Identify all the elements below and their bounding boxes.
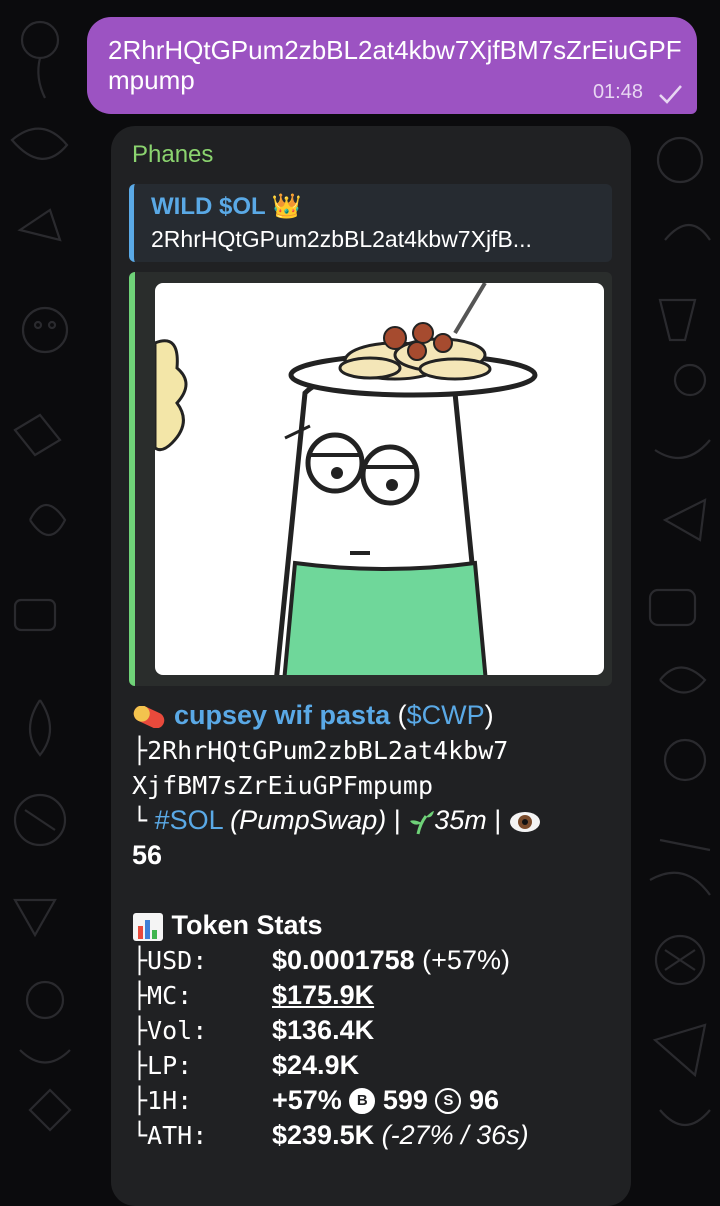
- reply-text: 2RhrHQtGPum2zbBL2at4kbw7XjfB...: [151, 226, 532, 252]
- stat-row-usd: ├USD: $0.0001758 (+57%): [132, 945, 510, 975]
- chain-line: └ #SOL (PumpSwap) | 35m |: [132, 803, 612, 838]
- reply-quote[interactable]: WILD $OL 👑 2RhrHQtGPum2zbBL2at4kbw7XjfB.…: [129, 184, 612, 262]
- crown-icon: 👑: [271, 193, 302, 220]
- reply-title: WILD $OL 👑: [151, 193, 302, 220]
- token-name-link[interactable]: cupsey wif pasta: [174, 700, 390, 730]
- token-age: 35m: [434, 805, 487, 835]
- outgoing-message-bubble[interactable]: 2RhrHQtGPum2zbBL2at4kbw7XjfBM7sZrEiuGPFm…: [87, 17, 697, 114]
- pill-icon: [133, 705, 165, 728]
- seedling-icon: [410, 810, 435, 835]
- buys-icon: B: [349, 1087, 376, 1114]
- token-ticker[interactable]: $CWP: [407, 700, 485, 730]
- stat-row-1h: ├1H: +57% B 599 S 96: [132, 1085, 499, 1115]
- token-address-line1[interactable]: ├2RhrHQtGPum2zbBL2at4kbw7: [132, 733, 612, 768]
- cupsey-cup-illustration: [155, 283, 538, 675]
- sender-name[interactable]: Phanes: [132, 141, 213, 169]
- token-info-message: cupsey wif pasta ($CWP) ├2RhrHQtGPum2zbB…: [132, 698, 612, 1153]
- token-stats-title-line: Token Stats: [132, 908, 612, 943]
- bar-chart-icon: [133, 912, 163, 941]
- stat-row-vol: ├Vol: $136.4K: [132, 1015, 375, 1045]
- message-time: 01:48: [592, 81, 643, 103]
- sent-check-icon: [659, 85, 682, 104]
- sells-icon: S: [435, 1087, 462, 1114]
- eye-icon: [509, 811, 540, 832]
- market-cap-link[interactable]: $175.9K: [272, 978, 374, 1013]
- preview-image[interactable]: [155, 283, 604, 675]
- token-title-line: cupsey wif pasta ($CWP): [132, 698, 612, 733]
- token-stats-title: Token Stats: [171, 910, 323, 940]
- incoming-message-bubble[interactable]: Phanes WILD $OL 👑 2RhrHQtGPum2zbBL2at4kb…: [111, 126, 631, 1206]
- stat-row-mc: ├MC: $175.9K: [132, 978, 612, 1013]
- chain-hashtag[interactable]: #SOL: [155, 805, 223, 835]
- dex-name: (PumpSwap): [230, 805, 387, 835]
- view-count: 56: [132, 840, 163, 870]
- stat-row-ath: └ATH: $239.5K (-27% / 36s): [132, 1120, 529, 1150]
- link-preview[interactable]: [129, 272, 612, 686]
- token-address-line2[interactable]: XjfBM7sZrEiuGPFmpump: [132, 768, 612, 803]
- stat-row-lp: ├LP: $24.9K: [132, 1050, 360, 1080]
